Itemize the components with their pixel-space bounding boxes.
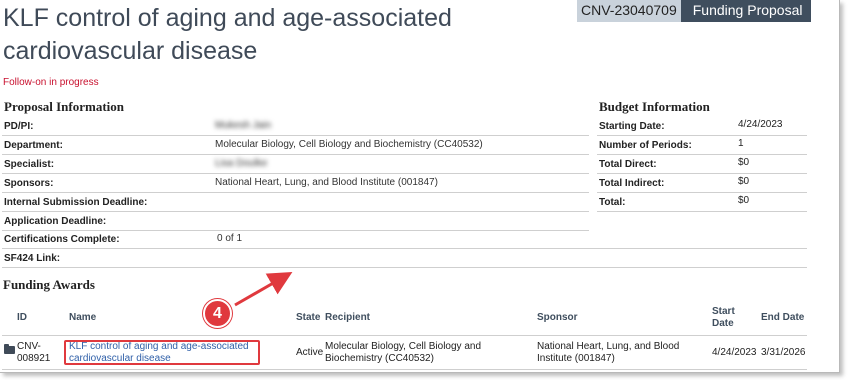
row-starting-date: Starting Date: 4/24/2023 bbox=[597, 117, 807, 136]
proposal-info-heading: Proposal Information bbox=[4, 99, 125, 114]
label-pd-pi: PD/PI: bbox=[4, 121, 34, 132]
row-sponsors: Sponsors: National Heart, Lung, and Bloo… bbox=[2, 174, 589, 193]
col-header-name: Name bbox=[69, 312, 97, 323]
award-sponsor-line1: National Heart, Lung, and Blood bbox=[537, 341, 680, 352]
highlight-box bbox=[64, 340, 260, 365]
label-certifications: Certifications Complete: bbox=[4, 234, 120, 245]
label-total: Total: bbox=[599, 197, 626, 208]
award-start-date: 4/24/2023 bbox=[712, 347, 757, 358]
label-application-deadline: Application Deadline: bbox=[4, 216, 107, 227]
label-department: Department: bbox=[4, 140, 63, 151]
award-end-date: 3/31/2026 bbox=[761, 347, 806, 358]
row-sf424-link: SF424 Link: bbox=[2, 249, 807, 268]
label-starting-date: Starting Date: bbox=[599, 121, 665, 132]
award-id-line1: CNV- bbox=[17, 341, 41, 352]
award-recipient-line1: Molecular Biology, Cell Biology and bbox=[325, 341, 482, 352]
proposal-badges: CNV-23040709 Funding Proposal bbox=[577, 0, 811, 22]
award-recipient-line2: Biochemistry (CC40532) bbox=[325, 353, 434, 364]
follow-on-status: Follow-on in progress bbox=[3, 77, 99, 88]
col-header-start-date-line2: Date bbox=[712, 318, 734, 329]
proposal-info-wide-rows: Certifications Complete: 0 of 1 SF424 Li… bbox=[2, 230, 807, 268]
value-certifications: 0 of 1 bbox=[217, 233, 243, 244]
value-total-indirect: $0 bbox=[738, 176, 750, 187]
label-specialist: Specialist: bbox=[4, 159, 55, 170]
awards-header-row: ID Name State Recipient Sponsor Start Da… bbox=[2, 300, 807, 336]
budget-info-heading: Budget Information bbox=[599, 99, 710, 114]
value-number-of-periods: 1 bbox=[738, 138, 744, 149]
label-total-direct: Total Direct: bbox=[599, 159, 657, 170]
proposal-type-badge: Funding Proposal bbox=[680, 0, 811, 22]
budget-info-table: Starting Date: 4/24/2023 Number of Perio… bbox=[597, 117, 807, 212]
col-header-id: ID bbox=[17, 312, 27, 323]
funding-awards-heading: Funding Awards bbox=[3, 277, 95, 292]
award-state: Active bbox=[296, 347, 324, 358]
award-id-line2: 008921 bbox=[17, 353, 51, 364]
col-header-recipient: Recipient bbox=[325, 312, 371, 323]
col-header-sponsor: Sponsor bbox=[537, 312, 578, 323]
value-starting-date: 4/24/2023 bbox=[738, 119, 783, 130]
value-pd-pi: Mukesh Jain bbox=[215, 120, 272, 131]
folder-icon bbox=[4, 344, 15, 354]
row-pd-pi: PD/PI: Mukesh Jain bbox=[2, 117, 589, 136]
row-certifications: Certifications Complete: 0 of 1 bbox=[2, 230, 807, 249]
label-internal-deadline: Internal Submission Deadline: bbox=[4, 197, 148, 208]
label-number-of-periods: Number of Periods: bbox=[599, 140, 692, 151]
page-title: KLF control of aging and age-associated … bbox=[3, 4, 452, 65]
label-sponsors: Sponsors: bbox=[4, 178, 54, 189]
value-total: $0 bbox=[738, 195, 750, 206]
proposal-window: KLF control of aging and age-associated … bbox=[0, 0, 840, 373]
value-department: Molecular Biology, Cell Biology and Bioc… bbox=[215, 139, 483, 150]
label-total-indirect: Total Indirect: bbox=[599, 178, 665, 189]
value-sponsors: National Heart, Lung, and Blood Institut… bbox=[215, 177, 438, 188]
award-sponsor-line2: Institute (001847) bbox=[537, 353, 615, 364]
col-header-end-date: End Date bbox=[761, 312, 805, 323]
step-number-badge: 4 bbox=[203, 299, 232, 328]
row-total-direct: Total Direct: $0 bbox=[597, 155, 807, 174]
col-header-start-date-line1: Start bbox=[712, 306, 735, 317]
label-sf424-link: SF424 Link: bbox=[4, 253, 61, 264]
proposal-id-badge: CNV-23040709 bbox=[577, 0, 681, 22]
value-total-direct: $0 bbox=[738, 157, 750, 168]
row-number-of-periods: Number of Periods: 1 bbox=[597, 136, 807, 155]
proposal-info-table: PD/PI: Mukesh Jain Department: Molecular… bbox=[2, 117, 589, 231]
row-total: Total: $0 bbox=[597, 193, 807, 212]
col-header-state: State bbox=[296, 312, 321, 323]
value-specialist: Lisa Doulke bbox=[215, 158, 268, 169]
row-application-deadline: Application Deadline: bbox=[2, 212, 589, 231]
row-department: Department: Molecular Biology, Cell Biol… bbox=[2, 136, 589, 155]
row-internal-deadline: Internal Submission Deadline: bbox=[2, 193, 589, 212]
row-specialist: Specialist: Lisa Doulke bbox=[2, 155, 589, 174]
row-total-indirect: Total Indirect: $0 bbox=[597, 174, 807, 193]
